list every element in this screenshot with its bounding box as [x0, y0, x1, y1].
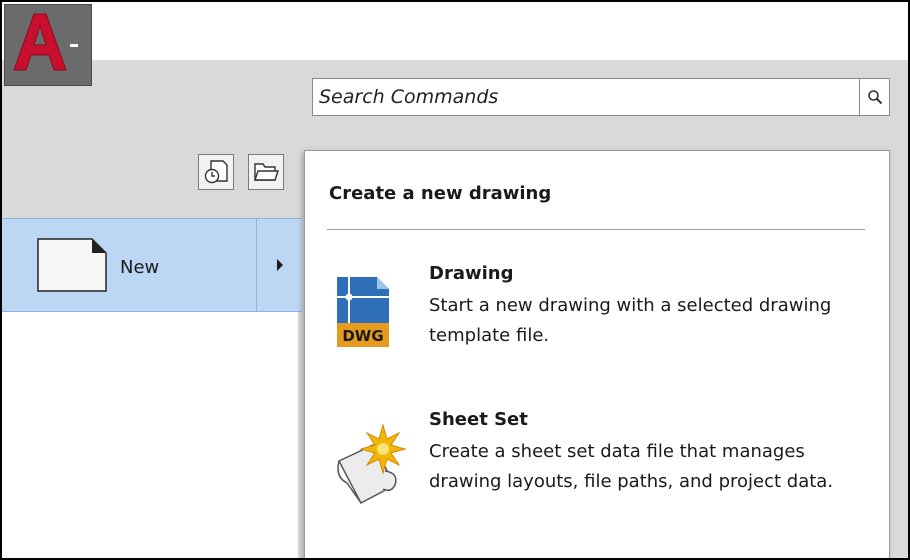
menu-items-area [2, 312, 298, 558]
open-file-button[interactable] [248, 154, 284, 190]
recent-documents-button[interactable] [198, 154, 234, 190]
dwg-file-icon: DWG [337, 277, 389, 347]
search-input[interactable] [313, 79, 857, 115]
menu-item-new-label: New [120, 257, 160, 278]
option-title: Drawing [429, 263, 514, 284]
title-bar [2, 2, 908, 62]
search-button[interactable] [859, 79, 889, 115]
magnifier-icon [867, 90, 882, 105]
flyout-divider [327, 229, 865, 230]
search-commands-box[interactable] [312, 78, 890, 116]
option-new-sheet-set[interactable]: Sheet Set Create a sheet set data file t… [305, 409, 889, 549]
new-submenu-flyout: Create a new drawing DWG Drawing Start a… [304, 150, 890, 558]
open-folder-icon [254, 163, 279, 181]
option-title: Sheet Set [429, 409, 528, 430]
menu-item-new[interactable]: New [2, 218, 256, 312]
recent-documents-icon [204, 160, 228, 184]
option-new-drawing[interactable]: DWG Drawing Start a new drawing with a s… [305, 263, 889, 373]
dwg-icon-label: DWG [342, 327, 383, 345]
new-submenu-arrow[interactable] [256, 218, 302, 312]
caret-down-icon [70, 44, 78, 47]
sheet-set-icon [337, 423, 407, 505]
autocad-a-logo-icon [13, 13, 67, 71]
chevron-right-icon [276, 259, 283, 271]
option-description: Start a new drawing with a selected draw… [429, 295, 832, 346]
flyout-heading: Create a new drawing [329, 183, 552, 204]
application-button[interactable] [4, 4, 92, 86]
option-description: Create a sheet set data file that manage… [429, 441, 834, 492]
application-menu-window: New Create a new drawing DWG Drawing Sta… [0, 0, 910, 560]
blank-document-icon [37, 238, 107, 292]
